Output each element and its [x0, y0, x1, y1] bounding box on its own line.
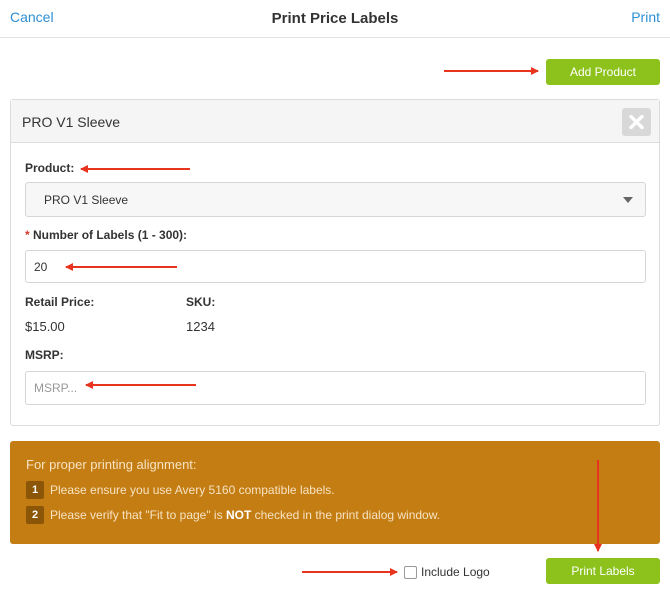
product-card-title: PRO V1 Sleeve [22, 114, 121, 130]
step-number-badge: 1 [26, 481, 44, 499]
close-icon [629, 115, 644, 129]
product-card: PRO V1 Sleeve Product: PRO V1 Sleeve * N… [10, 99, 660, 426]
remove-product-button[interactable] [622, 108, 651, 136]
notice-step-text-end: checked in the print dialog window. [251, 508, 441, 522]
printing-alignment-notice: For proper printing alignment: 1 Please … [10, 441, 660, 544]
notice-heading: For proper printing alignment: [26, 457, 197, 472]
retail-price-value: $15.00 [25, 319, 65, 334]
product-label: Product: [25, 161, 75, 175]
notice-step-emphasis: NOT [225, 508, 252, 522]
labels-count-input[interactable] [25, 250, 646, 283]
top-bar: Cancel Print Price Labels Print [0, 0, 670, 38]
required-asterisk: * [25, 228, 30, 242]
sku-value: 1234 [186, 319, 215, 334]
chevron-down-icon [623, 197, 633, 203]
notice-step-text: Please ensure you use Avery 5160 compati… [50, 483, 335, 497]
notice-step-text-start: Please verify that "Fit to page" is [50, 508, 226, 522]
include-logo-label[interactable]: Include Logo [421, 565, 490, 579]
msrp-input[interactable] [25, 371, 646, 405]
sku-label: SKU: [186, 295, 216, 309]
print-labels-button[interactable]: Print Labels [546, 558, 660, 584]
product-select-value: PRO V1 Sleeve [44, 193, 129, 207]
retail-price-label: Retail Price: [25, 295, 95, 309]
include-logo-checkbox[interactable] [404, 566, 417, 579]
add-product-button[interactable]: Add Product [546, 59, 660, 85]
product-card-header: PRO V1 Sleeve [11, 100, 659, 143]
print-button[interactable]: Print [631, 9, 660, 25]
notice-step-text: Please verify that "Fit to page" is NOT … [50, 508, 440, 522]
msrp-label: MSRP: [25, 348, 64, 362]
labels-count-label-text: Number of Labels (1 - 300): [33, 228, 188, 242]
labels-count-label: * Number of Labels (1 - 300): [25, 228, 187, 242]
step-number-badge: 2 [26, 506, 44, 524]
product-select[interactable]: PRO V1 Sleeve [25, 182, 646, 217]
page-title: Print Price Labels [271, 10, 399, 27]
